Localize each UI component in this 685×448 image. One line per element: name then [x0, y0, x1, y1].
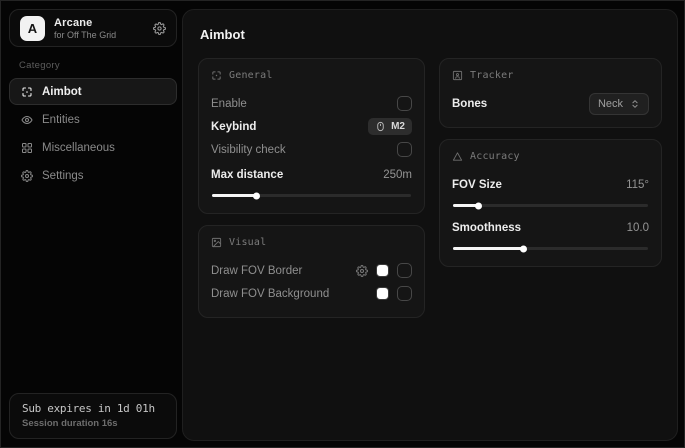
visibility-check-row: Visibility check [211, 138, 412, 161]
bones-value: Neck [598, 98, 623, 110]
smoothness-row: Smoothness 10.0 [452, 216, 649, 239]
fov-size-value: 115° [626, 179, 649, 191]
smoothness-value: 10.0 [627, 222, 649, 234]
fov-background-label: Draw FOV Background [211, 288, 329, 300]
crosshair-icon [21, 86, 33, 98]
app-meta: Arcane for Off The Grid [54, 17, 116, 40]
crosshair-icon [211, 70, 222, 81]
category-label: Category [19, 60, 177, 71]
slider-thumb[interactable] [253, 192, 260, 199]
card-title: Visual [229, 237, 266, 248]
sub-expiry-text: Sub expires in 1d 01h [22, 402, 164, 415]
fov-background-row: Draw FOV Background [211, 282, 412, 305]
visibility-check-checkbox[interactable] [397, 142, 412, 157]
fov-border-color-swatch[interactable] [376, 264, 389, 277]
app-subtitle: for Off The Grid [54, 30, 116, 40]
gear-icon[interactable] [153, 22, 166, 35]
tracker-card: Tracker Bones Neck [439, 58, 662, 128]
fov-border-checkbox[interactable] [397, 263, 412, 278]
fov-background-color-swatch[interactable] [376, 287, 389, 300]
person-frame-icon [452, 70, 463, 81]
updown-icon [630, 99, 640, 109]
keybind-label: Keybind [211, 121, 256, 133]
sidebar-item-settings[interactable]: Settings [9, 162, 177, 189]
slider-fill [453, 204, 478, 207]
max-distance-value: 250m [383, 169, 412, 181]
app-window: { "app": { "logo_letter": "A", "name": "… [0, 0, 685, 448]
max-distance-label: Max distance [211, 169, 283, 181]
fov-background-checkbox[interactable] [397, 286, 412, 301]
smoothness-slider[interactable] [453, 244, 648, 253]
subscription-info: Sub expires in 1d 01h Session duration 1… [9, 393, 177, 439]
mouse-icon [375, 121, 386, 132]
enable-checkbox[interactable] [397, 96, 412, 111]
sidebar: A Arcane for Off The Grid Category Aimbo… [9, 9, 177, 439]
slider-track[interactable] [212, 194, 411, 197]
image-icon [211, 237, 222, 248]
app-header: A Arcane for Off The Grid [9, 9, 177, 47]
keybind-badge[interactable]: M2 [368, 118, 412, 135]
card-title: Tracker [470, 70, 514, 81]
card-title: General [229, 70, 273, 81]
visual-card: Visual Draw FOV Border Draw FOV Backgrou… [198, 225, 425, 318]
bones-select[interactable]: Neck [589, 93, 649, 115]
visibility-check-label: Visibility check [211, 144, 286, 156]
sidebar-item-entities[interactable]: Entities [9, 106, 177, 133]
enable-row: Enable [211, 92, 412, 115]
slider-fill [212, 194, 256, 197]
fov-size-label: FOV Size [452, 179, 502, 191]
sidebar-item-miscellaneous[interactable]: Miscellaneous [9, 134, 177, 161]
keybind-row: Keybind M2 [211, 115, 412, 138]
slider-thumb[interactable] [475, 202, 482, 209]
enable-label: Enable [211, 98, 247, 110]
slider-track[interactable] [453, 247, 648, 250]
bones-row: Bones Neck [452, 92, 649, 115]
slider-track[interactable] [453, 204, 648, 207]
grid-icon [21, 142, 33, 154]
sidebar-item-label: Settings [42, 170, 84, 182]
keybind-value: M2 [391, 121, 405, 132]
eye-icon [21, 114, 33, 126]
tracker-card-header: Tracker [452, 70, 649, 81]
fov-size-slider[interactable] [453, 201, 648, 210]
fov-border-label: Draw FOV Border [211, 265, 302, 277]
app-logo: A [20, 16, 45, 41]
session-duration-text: Session duration 16s [22, 418, 164, 429]
sidebar-item-label: Entities [42, 114, 80, 126]
max-distance-slider[interactable] [212, 191, 411, 200]
max-distance-row: Max distance 250m [211, 163, 412, 186]
gear-icon[interactable] [356, 265, 368, 277]
accuracy-card: Accuracy FOV Size 115° Smoothness 10.0 [439, 139, 662, 267]
fov-size-row: FOV Size 115° [452, 173, 649, 196]
triangle-icon [452, 151, 463, 162]
slider-thumb[interactable] [520, 245, 527, 252]
card-title: Accuracy [470, 151, 520, 162]
fov-border-row: Draw FOV Border [211, 259, 412, 282]
main-panel: Aimbot General Enable Keybind [182, 9, 678, 441]
gear-icon [21, 170, 33, 182]
sidebar-item-label: Miscellaneous [42, 142, 115, 154]
page-title: Aimbot [200, 27, 662, 42]
general-card-header: General [211, 70, 412, 81]
sidebar-item-label: Aimbot [42, 86, 82, 98]
visual-card-header: Visual [211, 237, 412, 248]
sidebar-nav: Aimbot Entities Miscellaneous Settings [9, 78, 177, 190]
sidebar-item-aimbot[interactable]: Aimbot [9, 78, 177, 105]
accuracy-card-header: Accuracy [452, 151, 649, 162]
general-card: General Enable Keybind M2 V [198, 58, 425, 214]
app-name: Arcane [54, 17, 116, 29]
smoothness-label: Smoothness [452, 222, 521, 234]
bones-label: Bones [452, 98, 487, 110]
slider-fill [453, 247, 523, 250]
